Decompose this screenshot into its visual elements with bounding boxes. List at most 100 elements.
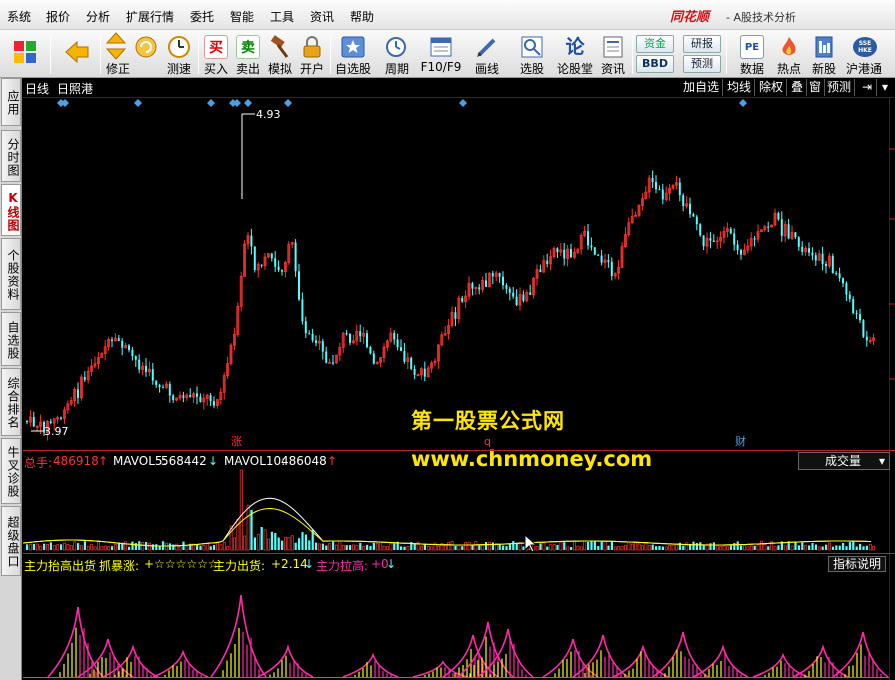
candle-body bbox=[321, 341, 324, 352]
menu-extended-quote[interactable]: 扩展行情 bbox=[126, 8, 174, 25]
data-button[interactable]: PE 数据 bbox=[734, 32, 770, 76]
volume-bar bbox=[702, 544, 705, 550]
draw-line-button[interactable]: 画线 bbox=[467, 32, 507, 76]
chart-area[interactable]: 日线 日照港 加自选 均线 除权 叠 窗 预测 ⇥ ▾ 4.93 3.97 涨 q 财 … bbox=[23, 79, 895, 680]
volume-bar bbox=[175, 543, 179, 551]
menu-help[interactable]: 帮助 bbox=[350, 8, 374, 25]
forum-button[interactable]: 论 论股堂 bbox=[555, 32, 595, 76]
volume-bar bbox=[835, 545, 838, 550]
menu-analysis[interactable]: 分析 bbox=[86, 8, 110, 25]
f10-button[interactable]: F10/F9 bbox=[419, 32, 463, 76]
volume-bar bbox=[423, 543, 426, 550]
sell-button[interactable]: 卖 卖出 bbox=[233, 32, 263, 76]
candle-body bbox=[801, 246, 804, 252]
volume-bar bbox=[756, 544, 760, 551]
research-button[interactable]: 研报 bbox=[683, 35, 721, 53]
lock-icon bbox=[300, 35, 324, 59]
refresh-button[interactable] bbox=[132, 32, 160, 76]
mavol5-line bbox=[23, 497, 872, 547]
volume-bar bbox=[321, 543, 324, 550]
side-tab-label: 超级盘口 bbox=[6, 516, 20, 568]
volume-bar bbox=[233, 537, 236, 551]
volume-bar bbox=[430, 546, 434, 551]
side-tab-kline[interactable]: K线图 bbox=[1, 184, 21, 236]
candle-body bbox=[736, 244, 739, 251]
volume-bar bbox=[743, 544, 746, 551]
volume-bar bbox=[205, 542, 209, 551]
menu-system[interactable]: 系统 bbox=[7, 8, 31, 25]
volume-bar bbox=[107, 546, 111, 551]
grid-button[interactable] bbox=[8, 32, 42, 76]
fix-button[interactable]: 修正 bbox=[102, 32, 130, 76]
menu-tools[interactable]: 工具 bbox=[270, 8, 294, 25]
candle-body bbox=[855, 313, 858, 315]
volume-bar bbox=[216, 541, 219, 551]
volume-bar bbox=[777, 545, 780, 550]
hk-connect-button[interactable]: SSE HKE 沪港通 bbox=[842, 32, 886, 76]
candle-body bbox=[325, 351, 328, 363]
side-tab-watchlist[interactable]: 自选股 bbox=[1, 312, 21, 366]
hot-icon bbox=[777, 35, 801, 59]
volume-bar bbox=[35, 543, 39, 551]
volume-bar bbox=[73, 541, 77, 551]
indicator-select[interactable]: 成交量 ▾ bbox=[798, 452, 890, 470]
side-tab-diagnosis[interactable]: 牛叉诊股 bbox=[1, 438, 21, 504]
volume-bar bbox=[369, 545, 372, 550]
side-tab-apps[interactable]: 应用 bbox=[1, 78, 21, 126]
menu-quote[interactable]: 报价 bbox=[46, 8, 70, 25]
volume-header: 总手: 486918 ↑ MAVOL5: 568442 ↓ MAVOL10: 4… bbox=[23, 450, 895, 470]
candle-body bbox=[199, 396, 202, 402]
candle-body bbox=[461, 298, 464, 302]
volume-bar bbox=[865, 545, 868, 550]
news-button[interactable]: 资讯 bbox=[597, 32, 629, 76]
select-stock-icon bbox=[520, 35, 544, 59]
period-button[interactable]: 周期 bbox=[377, 32, 417, 76]
candle-body bbox=[121, 340, 124, 348]
side-tab-label: 综合排名 bbox=[6, 377, 20, 429]
volume-bar bbox=[491, 542, 494, 550]
volume-bar bbox=[253, 537, 256, 550]
side-tab-timeshare[interactable]: 分时图 bbox=[1, 130, 21, 182]
select-stock-button[interactable]: 选股 bbox=[511, 32, 553, 76]
menu-news[interactable]: 资讯 bbox=[310, 8, 334, 25]
volume-bar bbox=[474, 541, 478, 551]
up-down-arrows-icon bbox=[104, 32, 128, 60]
watchlist-button[interactable]: 自选股 bbox=[333, 32, 373, 76]
hammer-icon bbox=[268, 35, 292, 59]
new-stock-icon bbox=[812, 35, 836, 59]
hk-connect-icon: SSE HKE bbox=[852, 35, 877, 59]
indicator-explain-button[interactable]: 指标说明 bbox=[828, 556, 887, 572]
hot-button[interactable]: 热点 bbox=[772, 32, 806, 76]
volume-bar bbox=[838, 545, 841, 550]
bbd-button[interactable]: BBD bbox=[636, 55, 674, 73]
buy-button[interactable]: 买 买入 bbox=[201, 32, 231, 76]
side-tab-ranking[interactable]: 综合排名 bbox=[1, 368, 21, 436]
candle-body bbox=[502, 276, 504, 286]
menu-smart[interactable]: 智能 bbox=[230, 8, 254, 25]
side-tab-super-panel[interactable]: 超级盘口 bbox=[1, 506, 21, 576]
volume-bar bbox=[39, 545, 43, 551]
new-stock-button[interactable]: 新股 bbox=[808, 32, 840, 76]
candle-body bbox=[128, 345, 130, 350]
volume-bar bbox=[542, 542, 546, 551]
mavol10-label: MAVOL10: bbox=[224, 454, 286, 468]
forecast-button[interactable]: 预测 bbox=[683, 55, 721, 73]
volume-bar bbox=[763, 544, 767, 551]
speedtest-button[interactable]: 测速 bbox=[162, 32, 196, 76]
volume-bar bbox=[124, 541, 128, 551]
capital-button[interactable]: 资金 bbox=[636, 35, 674, 53]
volume-bar bbox=[859, 543, 862, 550]
indicator-header: 主力抬高出货 抓暴涨: +☆☆☆☆☆☆ 主力出货: +2.14 ↓ 主力拉高: … bbox=[23, 553, 895, 573]
watermark-title: 第一股票公式网 bbox=[411, 409, 565, 433]
open-account-button[interactable]: 开户 bbox=[297, 32, 327, 76]
volume-bar bbox=[617, 546, 621, 551]
candle-body bbox=[835, 273, 838, 275]
volume-bar bbox=[641, 545, 644, 551]
candle-body bbox=[168, 384, 171, 396]
menu-trade[interactable]: 委托 bbox=[190, 8, 214, 25]
side-tab-profile[interactable]: 个股资料 bbox=[1, 238, 21, 310]
simulate-button[interactable]: 模拟 bbox=[265, 32, 295, 76]
back-button[interactable] bbox=[58, 32, 94, 76]
volume-bar bbox=[90, 543, 94, 551]
volume-bar bbox=[301, 532, 304, 550]
